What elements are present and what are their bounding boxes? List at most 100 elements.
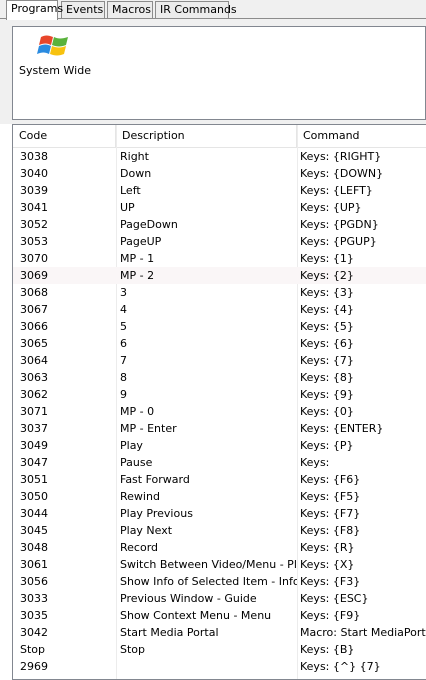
- table-row[interactable]: 3048 Record Keys: {R}: [13, 539, 426, 556]
- table-row[interactable]: 3070 MP - 1 Keys: {1}: [13, 250, 426, 267]
- cell-command: Keys: {F6}: [300, 473, 361, 486]
- cell-code: 2969: [20, 660, 48, 673]
- table-row[interactable]: 3049 Play Keys: {P}: [13, 437, 426, 454]
- cell-code: 3066: [20, 320, 48, 333]
- cell-description: Down: [120, 167, 152, 180]
- cell-command: Keys: {8}: [300, 371, 354, 384]
- table-row[interactable]: 3033 Previous Window - Guide Keys: {ESC}: [13, 590, 426, 607]
- cell-description: 4: [120, 303, 127, 316]
- table-row[interactable]: 3053 PageUP Keys: {PGUP}: [13, 233, 426, 250]
- windows-logo-icon: [37, 35, 68, 56]
- cell-description: MP - 0: [120, 405, 155, 418]
- program-label: System Wide: [19, 64, 91, 77]
- cell-code: 3040: [20, 167, 48, 180]
- cell-description: 8: [120, 371, 127, 384]
- list-header: Code Description Command: [13, 125, 426, 148]
- cell-code: 3070: [20, 252, 48, 265]
- cell-description: 3: [120, 286, 127, 299]
- cell-code: 3038: [20, 150, 48, 163]
- cell-command: Keys: {B}: [300, 643, 355, 656]
- cell-description: Start Media Portal: [120, 626, 219, 639]
- cell-code: 3065: [20, 337, 48, 350]
- cell-description: Play Previous: [120, 507, 193, 520]
- table-row[interactable]: 3064 7 Keys: {7}: [13, 352, 426, 369]
- cell-code: 3050: [20, 490, 48, 503]
- tab-divider: [0, 18, 426, 19]
- cell-code: 3037: [20, 422, 48, 435]
- table-row[interactable]: 3069 MP - 2 Keys: {2}: [13, 267, 426, 284]
- tab-macros[interactable]: Macros: [107, 1, 153, 18]
- cell-command: Keys: {F8}: [300, 524, 361, 537]
- table-row[interactable]: 3050 Rewind Keys: {F5}: [13, 488, 426, 505]
- tab-bar: Programs Events Macros IR Commands: [0, 0, 426, 20]
- cell-description: Play: [120, 439, 143, 452]
- cell-description: Fast Forward: [120, 473, 190, 486]
- table-row[interactable]: 3047 Pause Keys:: [13, 454, 426, 471]
- cell-command: Keys: {4}: [300, 303, 354, 316]
- cell-command: Keys:: [300, 456, 330, 469]
- table-row[interactable]: 3068 3 Keys: {3}: [13, 284, 426, 301]
- table-row[interactable]: 3037 MP - Enter Keys: {ENTER}: [13, 420, 426, 437]
- cell-description: Pause: [120, 456, 153, 469]
- table-row[interactable]: 3061 Switch Between Video/Menu - Pl... Key…: [13, 556, 426, 573]
- column-header-command[interactable]: Command: [297, 125, 426, 147]
- table-row[interactable]: 3065 6 Keys: {6}: [13, 335, 426, 352]
- tab-events[interactable]: Events: [61, 1, 105, 18]
- programs-area: System Wide: [0, 19, 426, 120]
- cell-description: Stop: [120, 643, 146, 656]
- list-body: 3038 Right Keys: {RIGHT} 3040 Down Keys: {DOW…: [13, 148, 426, 675]
- table-row[interactable]: 3071 MP - 0 Keys: {0}: [13, 403, 426, 420]
- cell-code: 3035: [20, 609, 48, 622]
- cell-code: 3045: [20, 524, 48, 537]
- cell-code: 3067: [20, 303, 48, 316]
- command-list[interactable]: Code Description Command 3038 Right Keys: …: [12, 124, 426, 680]
- cell-code: Stop: [20, 643, 46, 656]
- cell-description: Play Next: [120, 524, 173, 537]
- table-row[interactable]: 2969 Keys: {^} {7}: [13, 658, 426, 675]
- table-row[interactable]: 3056 Show Info of Selected Item - Info Key…: [13, 573, 426, 590]
- table-row[interactable]: 3062 9 Keys: {9}: [13, 386, 426, 403]
- table-row[interactable]: 3051 Fast Forward Keys: {F6}: [13, 471, 426, 488]
- column-header-description[interactable]: Description: [116, 125, 297, 147]
- cell-description: PageDown: [120, 218, 178, 231]
- table-row[interactable]: 3066 5 Keys: {5}: [13, 318, 426, 335]
- table-row[interactable]: 3067 4 Keys: {4}: [13, 301, 426, 318]
- cell-code: 3044: [20, 507, 48, 520]
- table-row[interactable]: 3039 Left Keys: {LEFT}: [13, 182, 426, 199]
- tab-programs[interactable]: Programs: [6, 0, 63, 20]
- program-item-system-wide[interactable]: System Wide: [19, 31, 91, 77]
- cell-code: 3049: [20, 439, 48, 452]
- cell-description: Right: [120, 150, 149, 163]
- cell-code: 3039: [20, 184, 48, 197]
- cell-code: 3062: [20, 388, 48, 401]
- cell-description: Previous Window - Guide: [120, 592, 257, 605]
- cell-description: Switch Between Video/Menu - Pl...: [120, 558, 297, 571]
- cell-description: 9: [120, 388, 127, 401]
- cell-command: Keys: {9}: [300, 388, 354, 401]
- cell-command: Keys: {1}: [300, 252, 354, 265]
- cell-code: 3053: [20, 235, 48, 248]
- cell-command: Macro: Start MediaPortal: [300, 626, 426, 639]
- cell-command: Keys: {X}: [300, 558, 355, 571]
- cell-command: Keys: {PGUP}: [300, 235, 377, 248]
- cell-code: 3033: [20, 592, 48, 605]
- cell-command: Keys: {2}: [300, 269, 354, 282]
- cell-command: Keys: {ENTER}: [300, 422, 384, 435]
- cell-code: 3051: [20, 473, 48, 486]
- table-row[interactable]: 3044 Play Previous Keys: {F7}: [13, 505, 426, 522]
- table-row[interactable]: 3035 Show Context Menu - Menu Keys: {F9}: [13, 607, 426, 624]
- table-row[interactable]: 3052 PageDown Keys: {PGDN}: [13, 216, 426, 233]
- cell-code: 3052: [20, 218, 48, 231]
- tab-ir-commands[interactable]: IR Commands: [155, 1, 237, 18]
- table-row[interactable]: 3038 Right Keys: {RIGHT}: [13, 148, 426, 165]
- table-row[interactable]: 3063 8 Keys: {8}: [13, 369, 426, 386]
- cell-code: 3063: [20, 371, 48, 384]
- table-row[interactable]: 3041 UP Keys: {UP}: [13, 199, 426, 216]
- cell-command: Keys: {7}: [300, 354, 354, 367]
- table-row[interactable]: Stop Stop Keys: {B}: [13, 641, 426, 658]
- table-row[interactable]: 3042 Start Media Portal Macro: Start Media…: [13, 624, 426, 641]
- column-header-code[interactable]: Code: [13, 125, 116, 147]
- table-row[interactable]: 3040 Down Keys: {DOWN}: [13, 165, 426, 182]
- cell-command: Keys: {5}: [300, 320, 354, 333]
- table-row[interactable]: 3045 Play Next Keys: {F8}: [13, 522, 426, 539]
